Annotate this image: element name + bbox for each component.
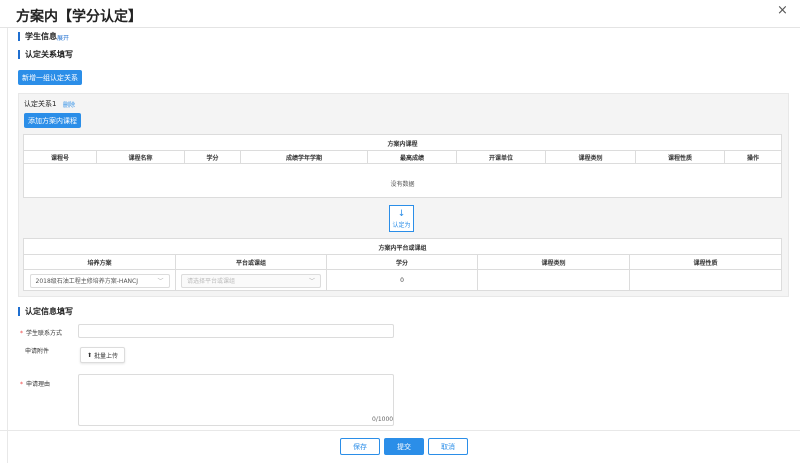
header-department: 开课单位 (457, 151, 546, 163)
cancel-button[interactable]: 取消 (428, 438, 468, 455)
header-plan: 培养方案 (24, 255, 176, 269)
batch-upload-button[interactable]: ⬆ 批量上传 (80, 347, 125, 363)
header-nature: 课程性质 (636, 151, 725, 163)
plan-cell: 2018级石油工程主修培养方案-HANCJ ﹀ (24, 270, 176, 291)
batch-upload-label: 批量上传 (94, 352, 119, 360)
dialog-title: 方案内【学分认定】 (16, 9, 142, 25)
reason-label: * 申请理由 (20, 379, 50, 388)
header-course-no: 课程号 (24, 151, 97, 163)
reason-counter: 0/1000 (372, 416, 394, 423)
platform-table-caption: 方案内平台或课组 (378, 245, 427, 252)
header-max-score: 最高成绩 (368, 151, 457, 163)
header-credit: 学分 (185, 151, 241, 163)
contact-input[interactable] (78, 324, 394, 338)
required-mark: * (20, 381, 23, 388)
contact-label-text: 学生联系方式 (26, 330, 63, 337)
platform-select-placeholder: 请选择平台或课组 (187, 278, 236, 285)
student-info-expand-link[interactable]: 展开 (57, 33, 69, 42)
platform-table-header: 培养方案 平台或课组 学分 课程类别 课程性质 (24, 254, 781, 270)
course-table: 方案内课程 课程号 课程名称 学分 成绩学年学期 最高成绩 开课单位 课程类别 … (23, 134, 782, 198)
platform-cell: 请选择平台或课组 ﹀ (176, 270, 327, 291)
content-edge (7, 28, 8, 463)
relation-group-label: 认定关系1 (24, 100, 57, 108)
recognize-as-button[interactable]: ↓ 认定为 (389, 205, 414, 232)
contact-label: * 学生联系方式 (20, 328, 62, 337)
arrow-down-icon: ↓ (397, 209, 406, 219)
platform-select[interactable]: 请选择平台或课组 ﹀ (181, 273, 321, 288)
reason-label-text: 申请理由 (26, 381, 51, 388)
relation-section-title: 认定关系填写 (18, 50, 73, 59)
reason-textarea[interactable] (78, 374, 394, 426)
credit-recognition-dialog: 方案内【学分认定】 × 学生信息 展开 认定关系填写 新增一组认定关系 认定关系… (0, 0, 800, 463)
header-course-name: 课程名称 (97, 151, 185, 163)
attachment-label: 申请附件 (25, 348, 50, 355)
header-platform-category: 课程类别 (478, 255, 630, 269)
platform-table: 方案内平台或课组 培养方案 平台或课组 学分 课程类别 课程性质 2018级石油… (23, 238, 782, 291)
delete-group-link[interactable]: 删除 (63, 100, 75, 109)
chevron-down-icon: ﹀ (308, 278, 315, 285)
student-info-title: 学生信息 (18, 32, 57, 41)
upload-icon: ⬆ (86, 351, 92, 359)
platform-category-cell (478, 270, 630, 291)
add-course-button[interactable]: 添加方案内课程 (24, 113, 81, 128)
plan-select-value: 2018级石油工程主修培养方案-HANCJ (35, 278, 139, 285)
platform-credit-cell: 0 (327, 270, 478, 291)
course-table-caption: 方案内课程 (387, 141, 418, 148)
footer-divider (0, 430, 800, 431)
plan-select[interactable]: 2018级石油工程主修培养方案-HANCJ ﹀ (29, 273, 170, 288)
platform-table-row: 2018级石油工程主修培养方案-HANCJ ﹀ 请选择平台或课组 ﹀ 0 (24, 270, 781, 291)
course-table-header: 课程号 课程名称 学分 成绩学年学期 最高成绩 开课单位 课程类别 课程性质 操… (24, 150, 781, 164)
save-button[interactable]: 保存 (340, 438, 380, 455)
header-platform: 平台或课组 (176, 255, 327, 269)
required-mark: * (20, 330, 23, 337)
close-icon[interactable]: × (777, 3, 788, 18)
header-category: 课程类别 (546, 151, 636, 163)
course-table-empty: 没有数据 (390, 181, 415, 188)
platform-nature-cell (630, 270, 781, 291)
title-divider (0, 27, 800, 28)
header-operation: 操作 (746, 154, 759, 162)
header-platform-nature: 课程性质 (693, 259, 718, 267)
header-platform-credit: 学分 (327, 255, 478, 269)
recognize-as-label: 认定为 (392, 222, 411, 229)
form-section-title: 认定信息填写 (18, 307, 73, 316)
add-relation-group-button[interactable]: 新增一组认定关系 (18, 70, 82, 85)
submit-button[interactable]: 提交 (384, 438, 424, 455)
chevron-down-icon: ﹀ (157, 278, 164, 285)
header-term: 成绩学年学期 (241, 151, 368, 163)
